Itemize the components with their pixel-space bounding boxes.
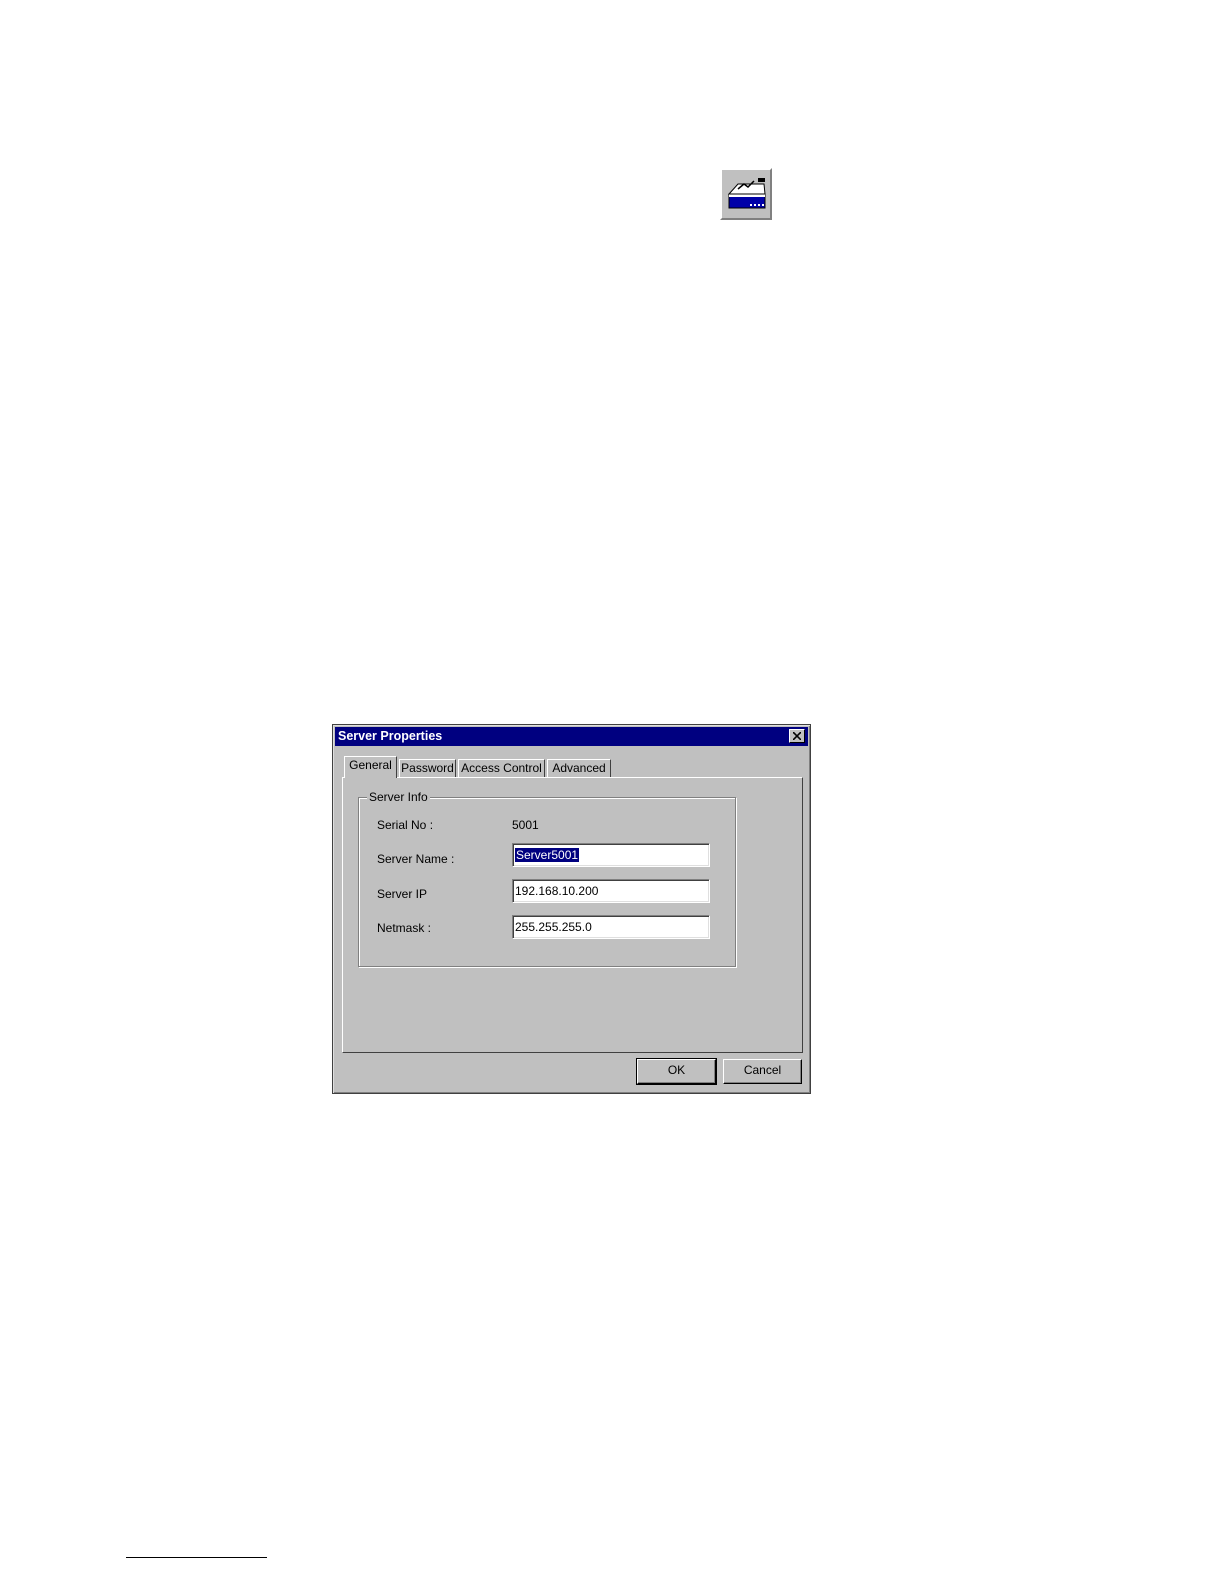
title-bar[interactable]: Server Properties — [335, 727, 808, 746]
close-button[interactable] — [789, 729, 805, 743]
server-ip-value: 192.168.10.200 — [515, 884, 599, 898]
tab-password-label: Password — [401, 761, 454, 775]
serial-no-value: 5001 — [512, 818, 539, 832]
group-label: Server Info — [367, 790, 430, 804]
server-properties-dialog: Server Properties General Password Acces… — [332, 724, 811, 1094]
server-name-value: Server5001 — [515, 848, 580, 862]
serial-no-label: Serial No : — [377, 818, 434, 832]
cancel-button[interactable]: Cancel — [723, 1059, 802, 1084]
server-name-field[interactable]: Server5001 — [512, 843, 710, 867]
server-ip-label: Server IP — [377, 887, 428, 901]
netmask-field[interactable]: 255.255.255.0 — [512, 915, 710, 939]
server-name-label: Server Name : — [377, 852, 455, 866]
cancel-button-label: Cancel — [743, 1063, 782, 1077]
dialog-title: Server Properties — [338, 729, 443, 743]
tab-general-label: General — [349, 758, 392, 772]
netmask-value: 255.255.255.0 — [515, 920, 592, 934]
server-card-glyph — [727, 178, 766, 209]
tab-password[interactable]: Password — [399, 759, 456, 778]
netmask-label: Netmask : — [377, 921, 432, 935]
tab-panel-general: Server Info Serial No : 5001 Server Name… — [342, 777, 803, 1053]
server-ip-field[interactable]: 192.168.10.200 — [512, 879, 710, 903]
ok-button[interactable]: OK — [636, 1058, 717, 1085]
server-properties-icon[interactable] — [720, 168, 772, 220]
close-icon — [793, 732, 801, 740]
server-info-group: Server Info Serial No : 5001 Server Name… — [358, 790, 736, 967]
footnote-rule — [126, 1557, 267, 1558]
ok-button-label: OK — [667, 1063, 686, 1077]
tab-general[interactable]: General — [344, 756, 397, 778]
tab-access-control[interactable]: Access Control — [458, 759, 545, 778]
tab-advanced-label: Advanced — [552, 761, 606, 775]
tab-advanced[interactable]: Advanced — [547, 759, 611, 778]
tab-access-control-label: Access Control — [461, 761, 542, 775]
